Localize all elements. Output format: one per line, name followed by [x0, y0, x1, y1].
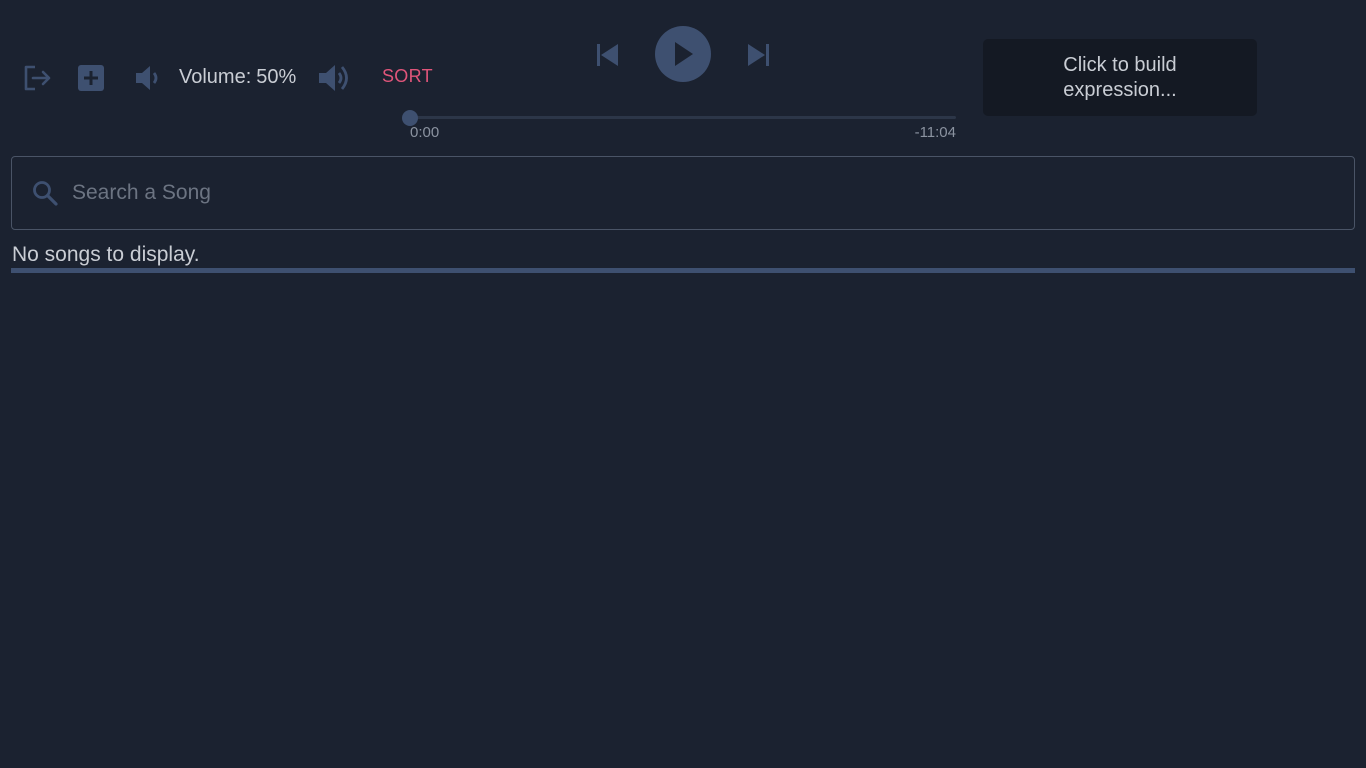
add-box-icon[interactable]	[78, 65, 104, 91]
song-list-divider	[11, 268, 1355, 273]
empty-songs-message: No songs to display.	[12, 243, 200, 266]
search-box[interactable]	[11, 156, 1355, 230]
music-player-page: Volume: 50% SORT 0:00 -11:04 Click to bu…	[0, 0, 1366, 768]
play-button[interactable]	[655, 26, 711, 82]
sort-button[interactable]: SORT	[382, 64, 433, 88]
volume-down-icon[interactable]	[135, 63, 163, 93]
progress-track[interactable]	[402, 109, 956, 126]
volume-label: Volume:	[179, 66, 252, 88]
expression-builder[interactable]: Click to build expression...	[983, 39, 1257, 116]
time-remaining: -11:04	[914, 124, 956, 141]
logout-icon[interactable]	[22, 63, 52, 93]
search-input[interactable]	[72, 157, 1332, 229]
volume-up-icon[interactable]	[318, 61, 352, 95]
expression-builder-label: Click to build expression...	[1063, 53, 1177, 101]
play-icon	[675, 42, 693, 66]
time-elapsed: 0:00	[410, 124, 440, 141]
volume-readout: Volume: 50%	[179, 64, 296, 90]
skip-next-icon[interactable]	[746, 42, 770, 68]
skip-previous-icon[interactable]	[596, 42, 620, 68]
volume-value: 50%	[256, 66, 297, 88]
search-icon	[33, 181, 58, 206]
